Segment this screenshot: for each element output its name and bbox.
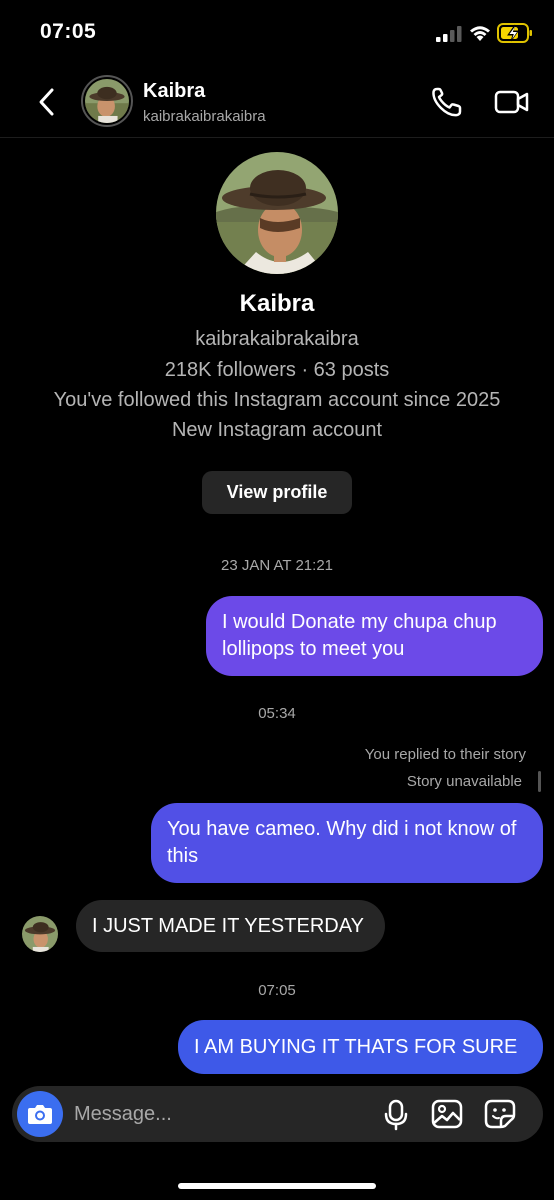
signal-icon bbox=[436, 26, 462, 42]
story-reply-bar bbox=[538, 771, 541, 792]
story-reply-note: You replied to their story bbox=[364, 746, 526, 763]
header-name[interactable]: Kaibra bbox=[143, 80, 205, 103]
gallery-icon[interactable] bbox=[431, 1099, 463, 1129]
view-profile-button[interactable]: View profile bbox=[202, 471, 352, 514]
message-composer bbox=[12, 1086, 543, 1142]
profile-stats: 218K followers · 63 posts bbox=[164, 359, 390, 381]
sent-message-bubble[interactable]: I would Donate my chupa chup lollipops t… bbox=[206, 596, 543, 676]
wifi-icon bbox=[470, 26, 490, 41]
header-avatar[interactable] bbox=[81, 75, 133, 127]
message-text: I JUST MADE IT YESTERDAY bbox=[92, 914, 364, 937]
video-icon[interactable] bbox=[494, 88, 530, 116]
sender-avatar-image bbox=[22, 916, 58, 952]
message-timestamp: 07:05 bbox=[258, 982, 296, 999]
microphone-icon[interactable] bbox=[384, 1099, 408, 1131]
status-time: 07:05 bbox=[40, 20, 97, 43]
back-icon[interactable] bbox=[34, 86, 60, 118]
profile-account-note: New Instagram account bbox=[171, 419, 383, 441]
message-timestamp: 23 JAN AT 21:21 bbox=[220, 557, 334, 574]
battery-icon bbox=[497, 23, 532, 43]
received-message-bubble[interactable]: I JUST MADE IT YESTERDAY bbox=[76, 900, 385, 952]
message-timestamp: 05:34 bbox=[258, 705, 296, 722]
chat-header: Kaibra kaibrakaibrakaibra bbox=[0, 66, 554, 138]
home-indicator[interactable] bbox=[178, 1183, 376, 1189]
profile-avatar-image bbox=[216, 152, 338, 274]
header-username[interactable]: kaibrakaibrakaibra bbox=[143, 108, 266, 125]
message-text: You have cameo. Why did i not know of th… bbox=[167, 818, 517, 867]
avatar-image bbox=[85, 79, 129, 123]
status-bar: 07:05 bbox=[0, 0, 554, 66]
profile-followed-note: You've followed this Instagram account s… bbox=[53, 389, 501, 411]
profile-username: kaibrakaibrakaibra bbox=[195, 328, 359, 350]
profile-name: Kaibra bbox=[239, 290, 315, 317]
message-text: I AM BUYING IT THATS FOR SURE bbox=[194, 1035, 518, 1058]
camera-button[interactable] bbox=[17, 1091, 63, 1137]
call-icon[interactable] bbox=[430, 86, 464, 118]
camera-icon bbox=[28, 1105, 52, 1124]
sender-avatar[interactable] bbox=[22, 916, 58, 952]
message-input[interactable] bbox=[74, 1094, 374, 1134]
sent-message-bubble[interactable]: I AM BUYING IT THATS FOR SURE bbox=[178, 1020, 543, 1074]
profile-avatar[interactable] bbox=[216, 152, 338, 274]
sticker-icon[interactable] bbox=[484, 1099, 516, 1129]
sent-message-bubble[interactable]: You have cameo. Why did i not know of th… bbox=[151, 803, 543, 883]
story-unavailable-note: Story unavailable bbox=[406, 773, 522, 790]
message-text: I would Donate my chupa chup lollipops t… bbox=[222, 611, 497, 660]
